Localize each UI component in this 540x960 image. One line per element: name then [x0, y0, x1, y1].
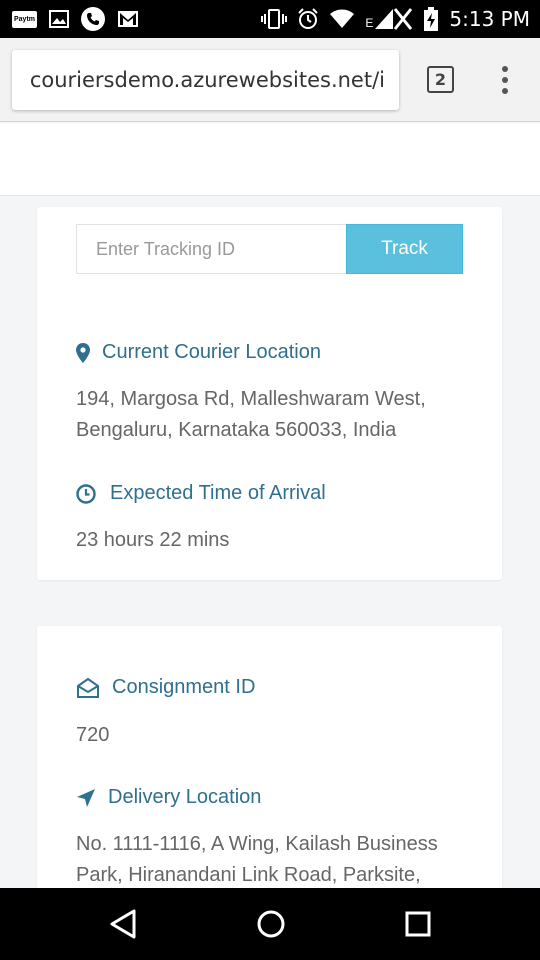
eta-title: Expected Time of Arrival [110, 482, 326, 504]
status-bar: Paytm E 5:13 PM [0, 0, 540, 38]
consignment-id-value: 720 [76, 724, 110, 746]
alarm-icon [297, 8, 319, 30]
signal-icon: E [365, 8, 413, 30]
delivery-address: No. 1111-1116, A Wing, Kailash Business … [76, 829, 476, 891]
recents-icon[interactable] [405, 911, 431, 937]
vibrate-icon [261, 9, 288, 29]
tracking-id-input[interactable] [76, 224, 346, 274]
paytm-icon: Paytm [12, 10, 38, 28]
envelope-open-icon [76, 677, 100, 699]
delivery-line1: No. 1111-1116, A Wing, Kailash Business [76, 833, 438, 855]
map-marker-icon [76, 342, 90, 363]
home-icon[interactable] [256, 909, 286, 939]
eta-value: 23 hours 22 mins [76, 529, 230, 551]
current-location-line2: Bengaluru, Karnataka 560033, India [76, 419, 397, 441]
current-location-title: Current Courier Location [102, 341, 321, 363]
tracking-form: Track [76, 224, 463, 274]
browser-toolbar: couriersdemo.azurewebsites.net/i 2 [0, 38, 540, 122]
current-location-heading: Current Courier Location [76, 341, 321, 364]
gmail-icon [117, 10, 139, 28]
network-type-label: E [365, 16, 374, 30]
eta-heading: Expected Time of Arrival [76, 482, 326, 505]
tracking-card: Track Current Courier Location 194, Marg… [37, 207, 502, 580]
current-location-address: 194, Margosa Rd, Malleshwaram West, Beng… [76, 384, 476, 446]
wifi-icon [329, 9, 355, 29]
consignment-title: Consignment ID [112, 676, 256, 698]
address-bar[interactable]: couriersdemo.azurewebsites.net/i [12, 49, 399, 110]
tab-switcher-button[interactable]: 2 [427, 66, 454, 93]
url-text: couriersdemo.azurewebsites.net/i [30, 67, 385, 92]
delivery-heading: Delivery Location [76, 786, 261, 809]
phone-icon [81, 7, 106, 31]
current-location-line1: 194, Margosa Rd, Malleshwaram West, [76, 388, 426, 410]
page-header [0, 123, 540, 196]
image-icon [49, 10, 70, 28]
clock-icon [76, 483, 96, 504]
system-nav-bar [0, 888, 540, 960]
delivery-title: Delivery Location [108, 786, 262, 808]
battery-charging-icon [423, 7, 439, 31]
delivery-line2: Park, Hiranandani Link Road, Parksite, [76, 864, 421, 886]
track-button[interactable]: Track [346, 224, 463, 274]
overflow-menu-icon[interactable] [495, 64, 515, 96]
location-arrow-icon [76, 788, 96, 808]
consignment-heading: Consignment ID [76, 676, 255, 699]
consignment-card: Consignment ID 720 Delivery Location No.… [37, 626, 502, 926]
back-icon[interactable] [109, 909, 137, 939]
clock-time: 5:13 PM [449, 7, 530, 31]
